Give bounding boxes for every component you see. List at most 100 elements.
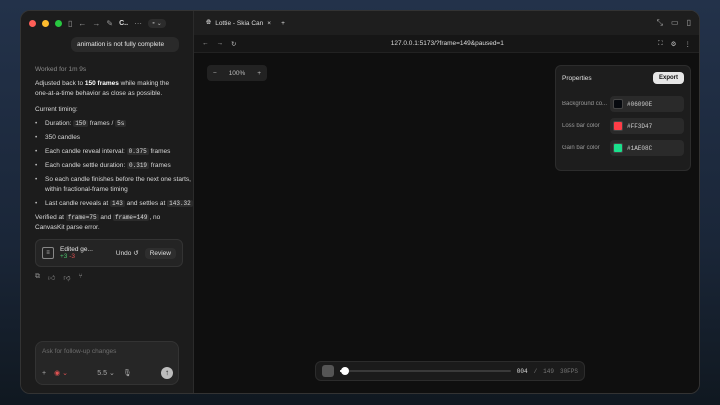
list-item: Each candle settle duration: 0.319 frame…: [35, 161, 193, 171]
more-icon[interactable]: ···: [134, 19, 142, 28]
settle-value-code: 0.319: [127, 162, 150, 169]
status-icon[interactable]: ◉ ⌄: [54, 369, 68, 377]
timing-list: Duration: 150 frames / 5s 350 candles Ea…: [21, 119, 193, 209]
color-value: #1AE08C: [627, 144, 653, 152]
close-window-button[interactable]: [29, 19, 36, 27]
minimize-window-button[interactable]: [42, 19, 49, 27]
close-tab-icon[interactable]: ×: [267, 20, 271, 27]
fork-icon[interactable]: ⑂: [78, 273, 82, 282]
verified-text: Verified at frame=75 and frame=149, no C…: [21, 213, 193, 233]
lines-added: +3: [60, 253, 68, 260]
intro-text-bold: 150 frames: [84, 80, 119, 87]
settle-label: Each candle settle duration:: [45, 162, 126, 169]
copy-icon[interactable]: ⧉: [35, 273, 40, 282]
composer[interactable]: Ask for follow-up changes + ◉ ⌄ 5.5 ⌄ 🎙︎…: [35, 341, 179, 385]
zoom-level: 100%: [228, 69, 246, 77]
current-frame: 004: [516, 367, 528, 375]
composer-toolbar: + ◉ ⌄ 5.5 ⌄ 🎙︎ ↑: [42, 367, 173, 379]
send-button[interactable]: ↑: [160, 367, 173, 379]
tab-title: Lottie - Skia Can: [215, 19, 264, 27]
forward-icon[interactable]: →: [217, 40, 224, 47]
edited-file-card[interactable]: ≡ Edited ge... +3 -3 Undo ↺ Review: [35, 239, 183, 267]
globe-icon: 🌐︎: [206, 19, 212, 26]
url-field[interactable]: 127.0.0.1:5173/?frame=149&paused=1: [391, 40, 504, 47]
new-tab-icon[interactable]: +: [281, 20, 285, 27]
maximize-window-button[interactable]: [55, 19, 62, 27]
reveal-label: Each candle reveal interval:: [45, 148, 125, 155]
composer-input[interactable]: Ask for follow-up changes: [42, 348, 116, 355]
timeline-slider[interactable]: [340, 367, 511, 375]
review-button[interactable]: Review: [144, 247, 176, 259]
play-pause-button[interactable]: [322, 365, 334, 377]
list-item: 350 candles: [35, 133, 193, 143]
fps-label: 30FPS: [559, 367, 578, 375]
microphone-icon[interactable]: 🎙︎: [123, 369, 132, 377]
forward-arrow-icon[interactable]: →: [92, 19, 100, 28]
reveal-value-code: 0.375: [126, 148, 149, 155]
edit-title: Edited ge...: [60, 246, 93, 253]
verified-frame-b: frame=149: [113, 214, 150, 221]
undo-icon: ↺: [133, 250, 139, 257]
color-input[interactable]: #06090E: [610, 96, 684, 112]
last-reveal-code: 143: [110, 200, 125, 207]
chat-title: C..: [119, 19, 129, 27]
reload-icon[interactable]: ↻: [231, 40, 236, 48]
color-swatch[interactable]: [613, 99, 623, 109]
undo-button[interactable]: Undo ↺: [116, 249, 139, 257]
collapse-icon[interactable]: ⤡: [657, 18, 663, 28]
address-bar: ← → ↻ 127.0.0.1:5173/?frame=149&paused=1…: [194, 35, 699, 53]
model-selector[interactable]: 5.5 ⌄: [97, 369, 115, 377]
property-row-loss: Loss bar color #FF3D47: [556, 118, 690, 134]
model-chip[interactable]: ⁍ ⌄: [148, 18, 166, 28]
property-label: Gain bar color: [562, 145, 600, 151]
last-candle-pre: Last candle reveals at: [45, 200, 109, 207]
thumbs-up-icon[interactable]: 👍︎: [48, 273, 55, 282]
export-button[interactable]: Export: [652, 72, 684, 84]
duration-frames-code: 150: [73, 120, 88, 127]
color-input[interactable]: #1AE08C: [610, 140, 684, 156]
browser-layout-icon[interactable]: ▭: [671, 18, 679, 28]
menu-icon[interactable]: ⋮: [685, 40, 692, 48]
sidebar-toggle-icon[interactable]: ▯: [68, 19, 72, 28]
properties-panel: Properties Export Background co... #0609…: [555, 65, 691, 171]
zoom-out-button[interactable]: −: [213, 70, 217, 77]
color-swatch[interactable]: [613, 121, 623, 131]
total-frames: 149: [543, 367, 554, 375]
last-candle-mid: and settles at: [126, 200, 166, 207]
property-label: Background co...: [562, 101, 608, 107]
back-arrow-icon[interactable]: ←: [78, 19, 86, 28]
color-swatch[interactable]: [613, 143, 623, 153]
duration-label: Duration:: [45, 120, 72, 127]
worked-for-status[interactable]: Worked for 1m 9s: [35, 66, 193, 73]
zoom-in-button[interactable]: +: [257, 70, 261, 77]
candles-count: 350 candles: [45, 134, 81, 141]
compose-icon[interactable]: ✎: [106, 19, 113, 28]
color-input[interactable]: #FF3D47: [610, 118, 684, 134]
browser-pane: 🌐︎ Lottie - Skia Can × + ⤡ ▭ ▯ ← → ↻ 127…: [194, 11, 699, 393]
browser-tab[interactable]: 🌐︎ Lottie - Skia Can ×: [202, 19, 275, 27]
add-icon[interactable]: +: [42, 370, 46, 377]
list-item: So each candle finishes before the next …: [35, 175, 193, 195]
panel-toggle-icon[interactable]: ▯: [687, 18, 691, 28]
thumbs-down-icon[interactable]: 👎︎: [63, 273, 70, 282]
list-item: Last candle reveals at 143 and settles a…: [35, 199, 193, 209]
duration-seconds-code: 5s: [115, 120, 127, 127]
settings-icon[interactable]: ⚙: [671, 40, 677, 48]
property-row-gain: Gain bar color #1AE08C: [556, 140, 690, 156]
back-icon[interactable]: ←: [202, 40, 209, 47]
reveal-unit: frames: [150, 148, 171, 155]
model-label: 5.5: [97, 370, 108, 377]
chat-topbar: ▯ ← → ✎ C.. ··· ⁍ ⌄: [21, 11, 193, 35]
undo-label: Undo: [115, 250, 132, 257]
window-controls: ⤡ ▭ ▯: [657, 18, 699, 28]
current-timing-heading: Current timing:: [35, 106, 78, 113]
intro-text-pre: Adjusted back to: [35, 80, 84, 87]
finish-text: So each candle finishes before the next …: [45, 176, 191, 193]
timeline-handle[interactable]: [340, 367, 349, 375]
property-row-background: Background co... #06090E: [556, 96, 690, 112]
screenshot-icon[interactable]: ⛶: [658, 40, 663, 48]
verified-frame-a: frame=75: [65, 214, 99, 221]
file-icon: ≡: [42, 247, 54, 259]
frame-separator: /: [533, 367, 538, 375]
chat-pane: ▯ ← → ✎ C.. ··· ⁍ ⌄ animation is not ful…: [21, 11, 194, 393]
